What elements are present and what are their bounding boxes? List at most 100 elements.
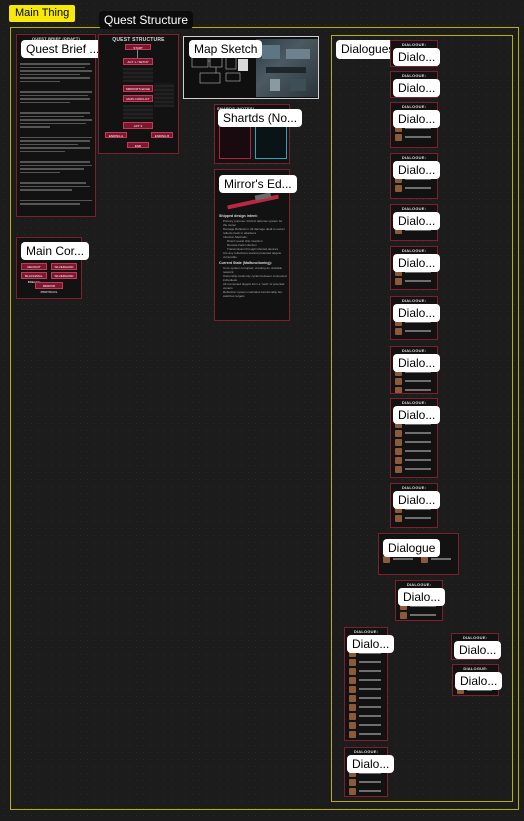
qs-node-act1[interactable]: ACT 1 / SETUP xyxy=(123,58,153,65)
dialogue-line xyxy=(405,380,431,382)
main-cor-button-2[interactable]: SILVERHAND ALTER xyxy=(51,263,77,275)
dialogue-card-title[interactable]: Dialo... xyxy=(455,672,503,690)
main-thing-label[interactable]: Main Thing xyxy=(9,5,76,22)
qs-node-end[interactable]: END xyxy=(127,142,149,148)
dialogue-avatar xyxy=(421,556,428,563)
dialogue-avatar xyxy=(395,185,402,192)
mirror-bullet-2: Damage Reflection: All damage dealt to o… xyxy=(223,227,285,235)
dialogue-card-header: DIALOGUE: xyxy=(406,582,432,587)
dialogue-line xyxy=(405,459,431,461)
dialogue-card-title[interactable]: Dialo... xyxy=(393,48,441,66)
dialogue-line xyxy=(393,558,413,560)
dialogue-line xyxy=(405,187,431,189)
dialogue-line xyxy=(359,724,381,726)
dialogue-avatar xyxy=(349,713,356,720)
map-sketch-title[interactable]: Map Sketch xyxy=(189,40,263,58)
qs-node-mirror[interactable]: MIRROR'S EDGE xyxy=(123,85,153,92)
dialogue-card-title[interactable]: Dialo... xyxy=(347,635,395,653)
dialogue-line xyxy=(359,733,381,735)
dialogue-card-title[interactable]: Dialo... xyxy=(393,161,441,179)
dialogue-line xyxy=(405,136,431,138)
dialogue-line xyxy=(359,697,381,699)
quest-structure-tag[interactable]: Quest Structure xyxy=(99,11,194,29)
map-screenshot xyxy=(256,39,318,97)
dialogue-card-title[interactable]: Dialo... xyxy=(393,491,441,509)
qs-node-ending-b[interactable]: ENDING B xyxy=(151,132,173,138)
dialogue-avatar xyxy=(395,378,402,385)
dialogue-card-title[interactable]: Dialo... xyxy=(393,254,441,272)
dialogue-avatar xyxy=(395,466,402,473)
mirror-bullet-1: Primary purpose: Perfect defense system … xyxy=(223,219,283,227)
qs-notes-block-2 xyxy=(154,83,174,107)
dialogue-line xyxy=(405,432,431,434)
dialogue-line xyxy=(431,558,451,560)
main-cor-title[interactable]: Main Cor... xyxy=(21,242,90,260)
dialogue-line xyxy=(359,790,381,792)
dialogue-line xyxy=(359,715,381,717)
qs-connector xyxy=(137,50,138,58)
quest-brief-title[interactable]: Quest Brief ... xyxy=(21,40,105,58)
dialogue-line xyxy=(359,670,381,672)
dialogue-card-title[interactable]: Dialo... xyxy=(393,354,441,372)
quest-structure-board[interactable]: QUEST STRUCTURE START ACT 1 / SETUP MIRR… xyxy=(98,34,179,154)
dialogue-line xyxy=(405,450,431,452)
dialogue-avatar xyxy=(395,448,402,455)
dialogue-card-title[interactable]: Dialo... xyxy=(347,755,395,773)
dialogue-line xyxy=(405,389,431,391)
mirror-bullet-8: Core system corrupted, creating an unsta… xyxy=(223,266,283,274)
dialogue-card-title[interactable]: Dialo... xyxy=(393,212,441,230)
dialogue-card-title[interactable]: Dialo... xyxy=(398,588,446,606)
qs-node-act3[interactable]: ACT 3 xyxy=(123,122,153,129)
dialogue-avatar xyxy=(395,515,402,522)
main-cor-button-1[interactable]: RECRUIT xyxy=(21,263,47,270)
shards-title[interactable]: Shartds (No... xyxy=(218,109,303,127)
dialogue-avatar xyxy=(349,788,356,795)
dialogue-avatar xyxy=(395,278,402,285)
shard-card-1 xyxy=(219,125,251,159)
mirror-bullet-9: Ownership randomly cycles between connec… xyxy=(223,274,287,282)
dialogue-line xyxy=(405,441,431,443)
main-cor-button-5[interactable]: MIRROR PROTOCOL xyxy=(35,282,63,294)
dialogue-avatar xyxy=(395,387,402,393)
dialogue-card-header: DIALOGUE: xyxy=(401,298,427,303)
dialogue-card-header: DIALOGUE: xyxy=(401,206,427,211)
dialogue-card-title[interactable]: Dialo... xyxy=(393,304,441,322)
dialogue-line xyxy=(359,688,381,690)
quest-brief-board[interactable]: QUEST BRIEF (DRAFT) xyxy=(16,34,96,217)
dialogue-avatar xyxy=(395,457,402,464)
dialogue-card-title[interactable]: Dialo... xyxy=(393,110,441,128)
dialogue-line xyxy=(405,517,431,519)
dialogue-card-header: DIALOGUE: xyxy=(462,635,488,640)
dialogue-avatar xyxy=(349,731,356,738)
quest-structure-header: QUEST STRUCTURE xyxy=(112,37,165,43)
dialogue-card-title[interactable]: Dialo... xyxy=(393,406,441,424)
dialogue-card-title[interactable]: Dialo... xyxy=(454,641,502,659)
dialogue-card-header: DIALOGUE: xyxy=(401,248,427,253)
dialogue-avatar xyxy=(349,668,356,675)
qs-node-ending-a[interactable]: ENDING A xyxy=(105,132,127,138)
dialogue-line xyxy=(359,781,381,783)
dialogue-avatar xyxy=(400,612,407,619)
mirror-bullet-7: Are any reflections toward protected tar… xyxy=(223,251,282,259)
dialogue-line xyxy=(359,661,381,663)
qs-node-start[interactable]: START xyxy=(125,44,151,50)
dialogue-line xyxy=(410,614,436,616)
mirrors-edge-title[interactable]: Mirror's Ed... xyxy=(219,175,297,193)
dialogue-avatar xyxy=(395,430,402,437)
dialogue-card-header: DIALOGUE: xyxy=(353,629,379,634)
dialogue-card-title[interactable]: Dialo... xyxy=(393,79,441,97)
dialogue-card-header: DIALOGUE: xyxy=(401,42,427,47)
dialogue-wide-title[interactable]: Dialogue xyxy=(383,539,441,557)
dialogue-avatar xyxy=(349,695,356,702)
dialogue-avatar xyxy=(349,659,356,666)
main-cor-button-4[interactable]: SILVERHAND xyxy=(51,272,77,279)
qs-node-main-conflict[interactable]: MAIN CONFLICT xyxy=(123,95,153,102)
dialogue-avatar xyxy=(349,686,356,693)
main-cor-button-3[interactable]: BLACKWALL BREACH xyxy=(21,272,47,284)
dialogue-line xyxy=(359,679,381,681)
dialogue-line xyxy=(405,330,431,332)
shard-card-2 xyxy=(255,125,287,159)
dialogue-card-header: DIALOGUE: xyxy=(401,485,427,490)
dialogue-avatar xyxy=(349,722,356,729)
dialogue-card-header: DIALOGUE: xyxy=(401,73,427,78)
